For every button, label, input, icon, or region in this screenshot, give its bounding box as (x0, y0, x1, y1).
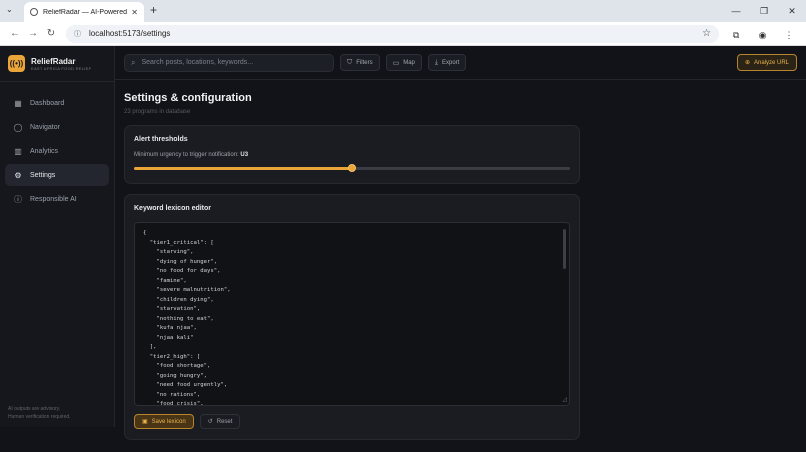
gear-icon: ⚙ (14, 170, 22, 180)
threshold-label-text: Minimum urgency to trigger notification: (134, 152, 239, 158)
map-icon: ▭ (392, 59, 400, 67)
disclaimer-line: Human verification required. (8, 414, 71, 420)
sidebar-item-settings[interactable]: ⚙ Settings (5, 164, 109, 186)
card-title: Alert thresholds (134, 136, 188, 143)
threshold-value: U3 (240, 152, 249, 158)
restore-icon[interactable]: ❐ (750, 0, 778, 22)
alert-thresholds-card: Alert thresholds Minimum urgency to trig… (124, 125, 580, 184)
close-icon[interactable]: ✕ (131, 8, 138, 17)
map-label: Map (403, 59, 415, 66)
browser-tabstrip: ⌄ ReliefRadar — AI-Powered Foo ✕ + — ❐ ✕ (0, 0, 806, 22)
sidebar-item-label: Responsible AI (30, 195, 77, 203)
brand-name: ReliefRadar (31, 56, 76, 66)
page-title: Settings & configuration (124, 92, 252, 104)
filters-label: Filters (356, 59, 373, 66)
export-label: Export (442, 59, 460, 66)
sidebar-item-label: Navigator (30, 123, 60, 131)
card-title: Keyword lexicon editor (134, 205, 212, 212)
analyze-label: Analyze URL (753, 59, 789, 66)
threshold-label: Minimum urgency to trigger notification:… (134, 152, 570, 158)
search-input[interactable]: ⌕ Search posts, locations, keywords... (124, 53, 334, 72)
sidebar-item-label: Dashboard (30, 99, 65, 107)
menu-icon[interactable]: ⋮ (778, 30, 800, 41)
new-tab-icon[interactable]: + (150, 3, 157, 17)
sidebar-item-label: Analytics (30, 147, 59, 155)
chat-icon: ◯ (13, 122, 23, 132)
lexicon-editor[interactable]: { "tier1_critical": [ "starving", "dying… (134, 222, 570, 406)
sidebar-item-dashboard[interactable]: ▦ Dashboard (5, 92, 109, 114)
sidebar-item-responsible-ai[interactable]: ⓘ Responsible AI (5, 188, 109, 210)
bookmark-star-icon[interactable]: ☆ (702, 28, 711, 39)
filters-button[interactable]: ⛉ Filters (340, 54, 380, 71)
keyword-lexicon-card: Keyword lexicon editor { "tier1_critical… (124, 194, 580, 440)
radar-logo-icon: ((•)) (8, 55, 25, 72)
plus-circle-icon: ⊕ (744, 60, 750, 66)
slider-fill (134, 167, 352, 170)
app-shell: ((•)) ReliefRadar EAST AFRICA FOOD RELIE… (0, 46, 806, 440)
window-close-icon[interactable]: ✕ (778, 0, 806, 22)
urgency-slider[interactable] (134, 164, 570, 173)
reset-label: Reset (216, 418, 233, 425)
info-icon: ⓘ (14, 194, 22, 204)
url-text: localhost:5173/settings (89, 29, 171, 38)
favicon-icon (30, 8, 38, 16)
resize-handle-icon[interactable]: ◿ (562, 396, 567, 403)
map-button[interactable]: ▭ Map (385, 54, 422, 71)
tab-search-icon[interactable]: ⌄ (6, 5, 13, 14)
browser-toolbar: ← → ↻ ⓘ localhost:5173/settings ☆ ⧉ ◉ ⋮ (0, 22, 806, 46)
save-icon: ▣ (142, 419, 148, 425)
lexicon-text[interactable]: { "tier1_critical": [ "starving", "dying… (143, 229, 561, 405)
back-icon[interactable]: ← (6, 28, 24, 39)
brand-tagline: EAST AFRICA FOOD RELIEF (31, 65, 92, 71)
sidebar-item-label: Settings (30, 171, 56, 179)
search-icon: ⌕ (131, 57, 136, 67)
forward-icon[interactable]: → (24, 28, 42, 39)
sidebar: ((•)) ReliefRadar EAST AFRICA FOOD RELIE… (0, 46, 115, 427)
top-bar: ⌕ Search posts, locations, keywords... ⛉… (115, 46, 806, 80)
export-button[interactable]: ⤓ Export (427, 54, 467, 71)
sidebar-disclaimer: AI outputs are advisory. Human verificat… (8, 405, 71, 421)
slider-handle[interactable] (348, 164, 356, 172)
site-info-icon[interactable]: ⓘ (74, 29, 81, 39)
chart-icon: ▥ (14, 146, 22, 156)
sidebar-nav: ▦ Dashboard ◯ Navigator ▥ Analytics ⚙ Se… (0, 82, 114, 210)
disclaimer-line: AI outputs are advisory. (8, 406, 61, 412)
reset-icon: ↺ (207, 419, 213, 425)
filter-icon: ⛉ (347, 58, 353, 66)
reload-icon[interactable]: ↻ (42, 28, 60, 39)
sidebar-item-navigator[interactable]: ◯ Navigator (5, 116, 109, 138)
sidebar-item-analytics[interactable]: ▥ Analytics (5, 140, 109, 162)
address-bar[interactable]: ⓘ localhost:5173/settings ☆ (66, 24, 720, 43)
download-icon: ⤓ (434, 58, 438, 66)
analyze-url-button[interactable]: ⊕ Analyze URL (736, 54, 797, 71)
tab-title: ReliefRadar — AI-Powered Foo (43, 8, 128, 16)
extensions-icon[interactable]: ⧉ (725, 30, 747, 41)
editor-scrollbar[interactable] (563, 229, 566, 269)
brand[interactable]: ((•)) ReliefRadar EAST AFRICA FOOD RELIE… (0, 46, 114, 82)
search-placeholder: Search posts, locations, keywords... (141, 59, 254, 66)
browser-tab[interactable]: ReliefRadar — AI-Powered Foo ✕ (24, 2, 144, 22)
main-content: ⌕ Search posts, locations, keywords... ⛉… (115, 46, 806, 440)
minimize-icon[interactable]: — (722, 0, 750, 22)
profile-icon[interactable]: ◉ (752, 30, 774, 41)
save-label: Save lexicon (151, 418, 186, 425)
page-subtitle: 23 programs in database (124, 109, 191, 115)
grid-icon: ▦ (14, 98, 22, 108)
settings-page: Settings & configuration 23 programs in … (115, 80, 806, 452)
